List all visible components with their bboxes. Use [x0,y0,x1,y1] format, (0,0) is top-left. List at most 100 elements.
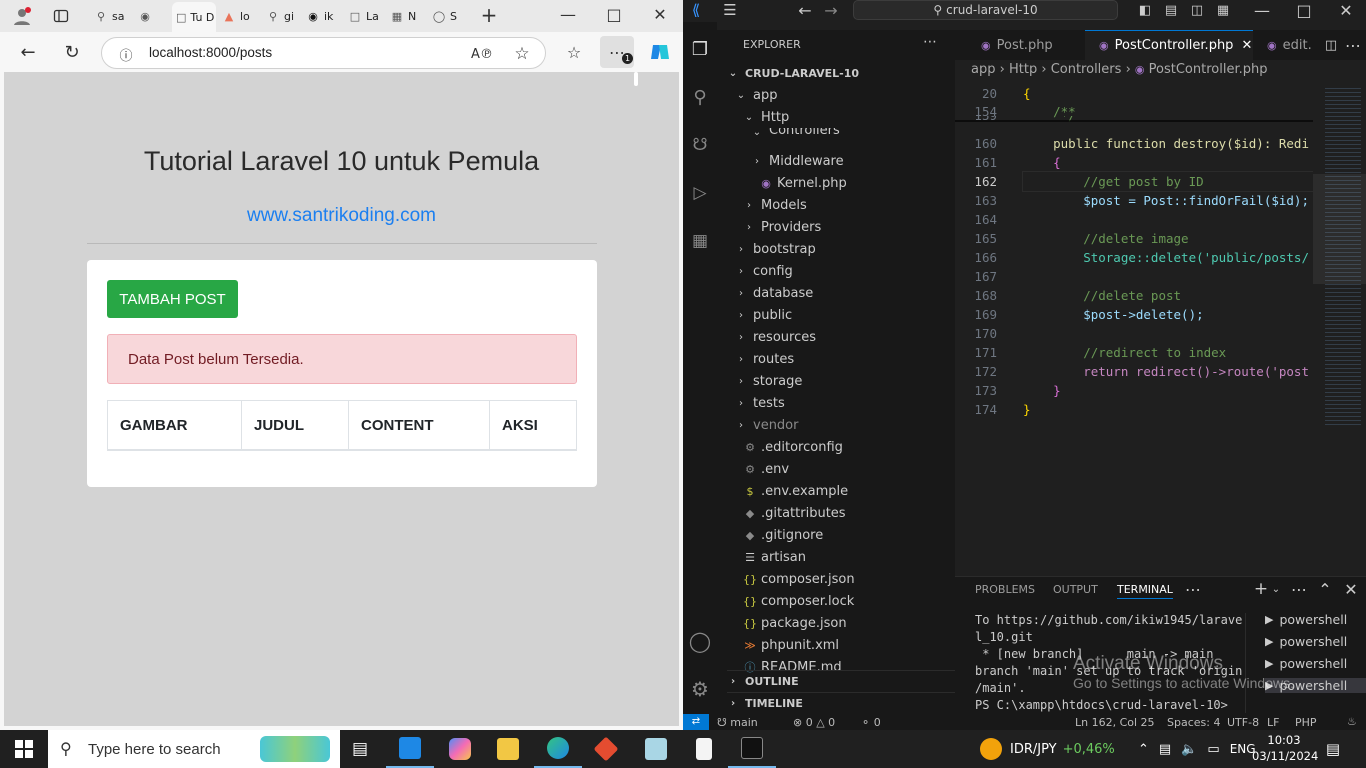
editor-tab[interactable]: ◉ edit. [1253,30,1323,60]
browser-tab[interactable]: ◉ ik [302,4,342,28]
site-link[interactable]: www.santrikoding.com [4,205,679,227]
tree-item[interactable]: › Providers [743,216,821,238]
browser-tab[interactable]: ▲ lo [218,4,260,28]
favorites-icon[interactable]: ☆ [562,40,586,64]
chevron-down-icon[interactable]: ⌄ [1269,581,1283,597]
terminal-list-item[interactable]: ▶ powershell [1265,612,1347,627]
tree-item[interactable]: $ .env.example [743,480,849,502]
tree-item[interactable]: ◆ .gitattributes [743,502,846,524]
tree-item[interactable]: › resources [735,326,816,348]
notepad-taskbar-icon[interactable] [680,730,728,768]
run-debug-icon[interactable]: ▷ [687,180,713,206]
extensions-icon[interactable]: ▦ [687,228,713,254]
close-tab-icon[interactable]: ✕ [1241,38,1252,53]
branch-status[interactable]: ☋ main [717,716,758,729]
maximize-icon[interactable]: □ [602,4,626,24]
browser-tab[interactable]: □ La [344,4,384,28]
tree-item[interactable]: › Models [743,194,807,216]
account-icon[interactable]: ◯ [687,628,713,654]
tree-item[interactable]: › storage [735,370,802,392]
edge-taskbar-icon[interactable] [534,730,582,768]
maximize-icon[interactable]: □ [1291,0,1317,20]
tree-item[interactable]: {} package.json [743,612,847,634]
tree-item[interactable]: › tests [735,392,785,414]
git-taskbar-icon[interactable] [582,730,630,768]
nav-forward-icon[interactable]: → [821,0,841,20]
tree-item[interactable]: ⚙ .editorconfig [743,436,843,458]
tree-item[interactable]: › database [735,282,813,304]
tree-item[interactable]: ☰ artisan [743,546,806,568]
chevron-up-icon[interactable]: ⌃ [1138,742,1149,757]
copilot-taskbar-icon[interactable] [436,730,484,768]
breadcrumb-item[interactable]: Http [1009,62,1037,77]
browser-tab[interactable]: ⚲ gi [262,4,300,28]
toggle-panel-icon[interactable]: ▤ [1161,0,1181,20]
remote-icon[interactable]: ⇄ [683,714,709,730]
cursor-position[interactable]: Ln 162, Col 25 [1075,716,1155,729]
browser-tab[interactable]: ◯ S [428,4,468,28]
settings-gear-icon[interactable]: ⚙ [687,676,713,702]
taskbar-search[interactable]: ⚲ Type here to search [48,730,340,768]
source-control-icon[interactable]: ☋ [687,132,713,158]
tree-item[interactable]: ≫ phpunit.xml [743,634,839,656]
minimize-icon[interactable]: — [1249,0,1275,20]
language-status[interactable]: PHP [1295,716,1317,729]
vscode-taskbar-icon[interactable] [386,730,434,768]
notifications-icon[interactable]: ♨ [1347,715,1357,728]
panel-more-icon[interactable]: ⋯ [1183,580,1203,599]
tab-actions-icon[interactable] [50,5,72,27]
toggle-secondary-sidebar-icon[interactable]: ◫ [1187,0,1207,20]
minimap[interactable] [1313,84,1366,574]
tree-item[interactable]: ◆ .gitignore [743,524,823,546]
tree-item[interactable]: ◉ Kernel.php [759,172,847,194]
breadcrumb-item[interactable]: Controllers [1051,62,1122,77]
timeline-section[interactable]: › TIMELINE [727,692,965,714]
back-icon[interactable]: ← [16,40,40,64]
clock[interactable]: 10:03 03/11/2024 [1252,732,1318,764]
start-button[interactable] [0,730,48,768]
close-window-icon[interactable]: ✕ [1333,0,1359,20]
info-icon[interactable]: ⓘ [116,44,136,64]
tree-item[interactable]: › public [735,304,792,326]
file-explorer-icon[interactable] [484,730,532,768]
customize-layout-icon[interactable]: ▦ [1213,0,1233,20]
address-bar[interactable]: ⓘ localhost:8000/posts A℗ ☆ [101,37,546,69]
terminal-list-item[interactable]: ▶ powershell [1265,634,1347,649]
refresh-icon[interactable]: ↻ [60,40,84,64]
tree-item[interactable]: › Middleware [751,150,844,172]
maximize-panel-icon[interactable]: ⌃ [1315,580,1335,599]
problems-status[interactable]: ⊗ 0 △ 0 [793,716,835,729]
toggle-sidebar-icon[interactable]: ◧ [1135,0,1155,20]
tree-item[interactable]: ⌄ Controllers [751,128,840,138]
new-terminal-icon[interactable]: + [1251,579,1271,599]
profile-icon[interactable] [10,5,34,27]
terminal-taskbar-icon[interactable] [728,730,776,768]
tree-item[interactable]: › vendor [735,414,798,436]
browser-tab-active[interactable]: □Tu D✕ [172,2,216,32]
nav-back-icon[interactable]: ← [795,0,815,20]
explorer-more-icon[interactable]: ⋯ [923,34,937,50]
tree-item[interactable]: › bootstrap [735,238,816,260]
browser-tab[interactable]: ⚲ sa [90,4,132,28]
search-icon[interactable]: ⚲ [687,84,713,110]
scrollbar-thumb[interactable] [634,72,638,86]
tree-item[interactable]: {} composer.lock [743,590,854,612]
command-center-search[interactable]: ⚲ crud-laravel-10 [853,0,1118,20]
code-editor[interactable]: 20{154 /**159 */160 public function dest… [955,84,1313,575]
editor-more-icon[interactable]: ⋯ [1343,35,1363,55]
close-panel-icon[interactable]: ✕ [1341,580,1361,599]
tree-item[interactable]: › routes [735,348,794,370]
battery-icon[interactable]: ▭ [1207,742,1219,757]
menu-icon[interactable]: ☰ [719,0,741,20]
tree-item[interactable]: ⚙ .env [743,458,789,480]
add-post-button[interactable]: TAMBAH POST [107,280,238,318]
indent-status[interactable]: Spaces: 4 [1167,716,1220,729]
workspace-root[interactable]: ⌄ CRUD-LARAVEL-10 [727,62,859,84]
editor-tab-active[interactable]: ◉ PostController.php ✕ [1085,30,1253,60]
new-tab-icon[interactable]: + [478,3,500,27]
tree-item[interactable]: ⌄ app [735,84,778,106]
breadcrumb-item[interactable]: PostController.php [1149,62,1268,77]
browser-tab[interactable]: ◉ [134,4,170,28]
explorer-icon[interactable]: ❐ [687,36,713,62]
minimize-icon[interactable]: — [556,4,580,24]
